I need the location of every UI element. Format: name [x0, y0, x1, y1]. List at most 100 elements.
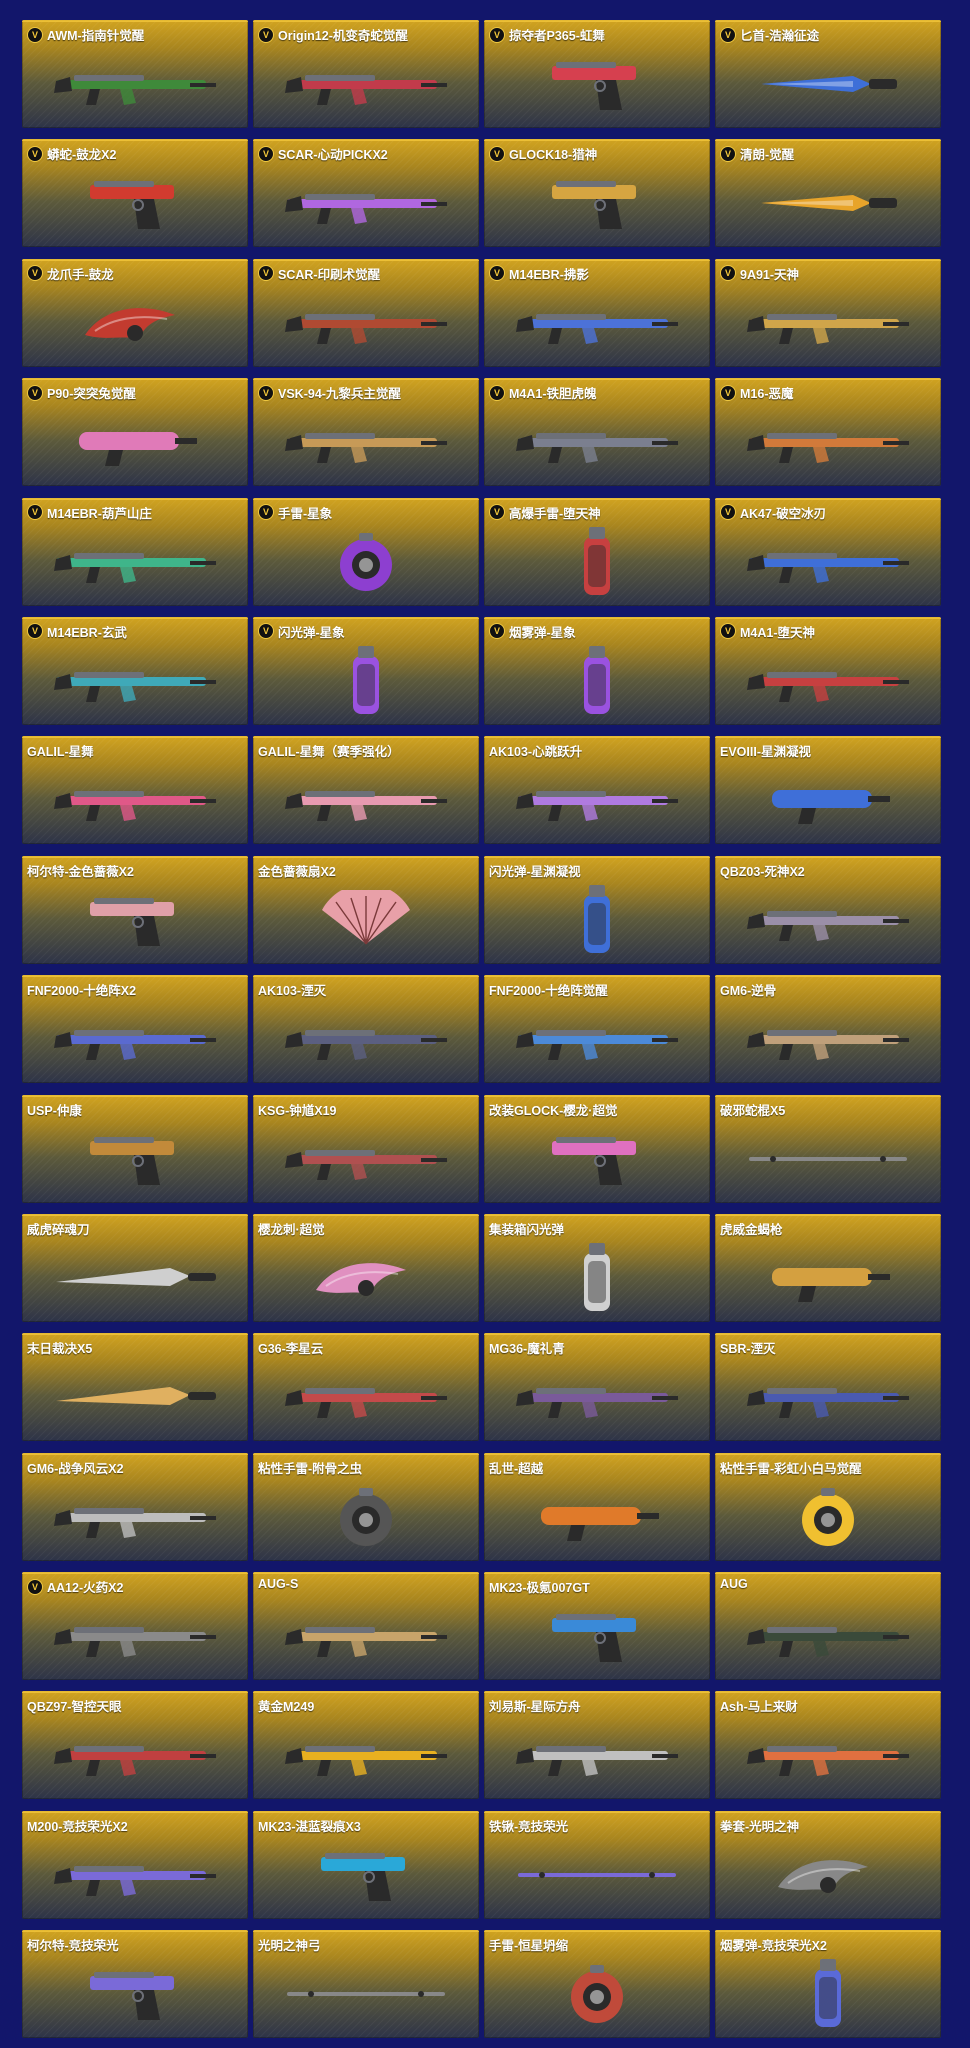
weapon-card[interactable]: AK103-心跳跃升	[484, 736, 710, 845]
weapon-card[interactable]: V M14EBR-玄武	[22, 616, 248, 725]
weapon-label: V Origin12-机变奇蛇觉醒	[258, 25, 408, 44]
rifle-icon	[715, 1715, 941, 1795]
weapon-card[interactable]: GALIL-星舞	[22, 736, 248, 845]
weapon-label: V AA12-火药X2	[27, 1577, 123, 1596]
weapon-card[interactable]: V 匕首-浩瀚征途	[715, 20, 941, 128]
weapon-label: QBZ03-死神X2	[720, 861, 805, 880]
rifle-icon	[484, 999, 710, 1079]
weapon-card[interactable]: 柯尔特-金色蔷薇X2	[22, 855, 248, 964]
weapon-card[interactable]: 破邪蛇棍X5	[715, 1094, 941, 1203]
weapon-name: M4A1-堕天神	[740, 625, 816, 640]
weapon-card[interactable]: MK23-极氪007GT	[484, 1572, 710, 1681]
weapon-label: V 匕首-浩瀚征途	[720, 25, 819, 44]
weapon-card[interactable]: V 9A91-天神	[715, 258, 941, 367]
weapon-name: AK103-心跳跃升	[489, 745, 583, 760]
weapon-card[interactable]: AK103-湮灭	[253, 975, 479, 1084]
claw-icon	[22, 283, 248, 363]
weapon-card[interactable]: 金色蔷薇扇X2	[253, 855, 479, 964]
weapon-card[interactable]: 樱龙刺·超觉	[253, 1213, 479, 1322]
weapon-card[interactable]: QBZ97-智控天眼	[22, 1691, 248, 1800]
weapon-label: V M14EBR-玄武	[27, 622, 127, 641]
weapon-card[interactable]: V 掠夺者P365-虹舞	[484, 20, 710, 128]
weapon-card[interactable]: V 烟雾弹-星象	[484, 616, 710, 725]
weapon-card[interactable]: AUG-S	[253, 1572, 479, 1681]
weapon-card[interactable]: V P90-突突兔觉醒	[22, 378, 248, 487]
v-badge-icon: V	[27, 504, 43, 521]
weapon-card[interactable]: V Origin12-机变奇蛇觉醒	[253, 20, 479, 128]
weapon-card[interactable]: V 龙爪手-鼓龙	[22, 258, 248, 367]
weapon-card[interactable]: V 手雷-星象	[253, 497, 479, 606]
rifle-icon	[715, 641, 941, 721]
weapon-card[interactable]: 柯尔特-竞技荣光	[22, 1930, 248, 2039]
weapon-card[interactable]: USP-仲康	[22, 1094, 248, 1203]
weapon-card[interactable]: Ash-马上来财	[715, 1691, 941, 1800]
weapon-card[interactable]: QBZ03-死神X2	[715, 855, 941, 964]
v-badge-icon: V	[720, 504, 736, 521]
weapon-card[interactable]: V M14EBR-葫芦山庄	[22, 497, 248, 606]
weapon-card[interactable]: MK23-湛蓝裂痕X3	[253, 1810, 479, 1919]
weapon-card[interactable]: SBR-湮灭	[715, 1333, 941, 1442]
weapon-card[interactable]: V SCAR-心动PICKX2	[253, 139, 479, 248]
weapon-card[interactable]: AUG	[715, 1572, 941, 1681]
weapon-card[interactable]: 乱世-超越	[484, 1452, 710, 1561]
weapon-name: M4A1-铁胆虎魄	[509, 387, 597, 402]
weapon-card[interactable]: GM6-战争风云X2	[22, 1452, 248, 1561]
weapon-card[interactable]: MG36-魔礼青	[484, 1333, 710, 1442]
weapon-card[interactable]: V M14EBR-拂影	[484, 258, 710, 367]
weapon-label: 粘性手雷-附骨之虫	[258, 1458, 362, 1477]
weapon-card[interactable]: M200-竞技荣光X2	[22, 1810, 248, 1919]
weapon-card[interactable]: FNF2000-十绝阵觉醒	[484, 975, 710, 1084]
weapon-name: 蟒蛇-鼓龙X2	[47, 148, 117, 163]
v-badge-icon: V	[27, 26, 43, 43]
weapon-card[interactable]: 末日裁决X5	[22, 1333, 248, 1442]
staff-icon	[484, 1835, 710, 1915]
weapon-card[interactable]: V VSK-94-九黎兵主觉醒	[253, 378, 479, 487]
weapon-card[interactable]: V 清朗-觉醒	[715, 139, 941, 248]
weapon-card[interactable]: KSG-钟馗X19	[253, 1094, 479, 1203]
weapon-card[interactable]: 黄金M249	[253, 1691, 479, 1800]
weapon-card[interactable]: V 闪光弹-星象	[253, 616, 479, 725]
weapon-card[interactable]: GALIL-星舞（赛季强化）	[253, 736, 479, 845]
weapon-label: V SCAR-印刷术觉醒	[258, 264, 380, 283]
weapon-card[interactable]: GM6-逆骨	[715, 975, 941, 1084]
weapon-card[interactable]: V SCAR-印刷术觉醒	[253, 258, 479, 367]
weapon-card[interactable]: 光明之神弓	[253, 1930, 479, 2039]
weapon-card[interactable]: 闪光弹-星渊凝视	[484, 855, 710, 964]
rifle-icon	[484, 1357, 710, 1437]
weapon-card[interactable]: V GLOCK18-猎神	[484, 139, 710, 248]
pistol-icon	[484, 1119, 710, 1199]
weapon-name: M14EBR-拂影	[509, 267, 589, 282]
weapon-card[interactable]: EVOIII-星渊凝视	[715, 736, 941, 845]
weapon-card[interactable]: V AWM-指南针觉醒	[22, 20, 248, 128]
weapon-card[interactable]: V M16-恶魔	[715, 378, 941, 487]
weapon-name: 刘易斯-星际方舟	[489, 1700, 581, 1715]
weapon-card[interactable]: 刘易斯-星际方舟	[484, 1691, 710, 1800]
weapon-card[interactable]: 威虎碎魂刀	[22, 1213, 248, 1322]
weapon-card[interactable]: 粘性手雷-附骨之虫	[253, 1452, 479, 1561]
weapon-card[interactable]: V 蟒蛇-鼓龙X2	[22, 139, 248, 248]
weapon-card[interactable]: V AK47-破空冰刃	[715, 497, 941, 606]
weapon-card[interactable]: 手雷-恒星坍缩	[484, 1930, 710, 2039]
weapon-card[interactable]: 拳套-光明之神	[715, 1810, 941, 1919]
weapon-card[interactable]: 粘性手雷-彩虹小白马觉醒	[715, 1452, 941, 1561]
weapon-card[interactable]: V M4A1-堕天神	[715, 616, 941, 725]
weapon-card[interactable]: 改装GLOCK-樱龙·超觉	[484, 1094, 710, 1203]
v-badge-icon: V	[720, 623, 736, 640]
weapon-card[interactable]: V M4A1-铁胆虎魄	[484, 378, 710, 487]
weapon-card[interactable]: V AA12-火药X2	[22, 1572, 248, 1681]
smg-icon	[715, 760, 941, 840]
weapon-name: MK23-湛蓝裂痕X3	[258, 1819, 361, 1834]
smg-icon	[484, 1477, 710, 1557]
weapon-card[interactable]: 烟雾弹-竞技荣光X2	[715, 1930, 941, 2039]
weapon-name: 柯尔特-金色蔷薇X2	[27, 864, 134, 879]
weapon-card[interactable]: 虎威金蝎枪	[715, 1213, 941, 1322]
weapon-card[interactable]: FNF2000-十绝阵X2	[22, 975, 248, 1084]
weapon-card[interactable]: V 高爆手雷-堕天神	[484, 497, 710, 606]
weapon-card[interactable]: 铁锹-竞技荣光	[484, 1810, 710, 1919]
weapon-name: 破邪蛇棍X5	[720, 1103, 786, 1118]
weapon-label: 破邪蛇棍X5	[720, 1100, 785, 1119]
weapon-card[interactable]: G36-李星云	[253, 1333, 479, 1442]
v-badge-icon: V	[489, 504, 505, 521]
weapon-card[interactable]: 集装箱闪光弹	[484, 1213, 710, 1322]
weapon-name: SBR-湮灭	[720, 1342, 776, 1357]
